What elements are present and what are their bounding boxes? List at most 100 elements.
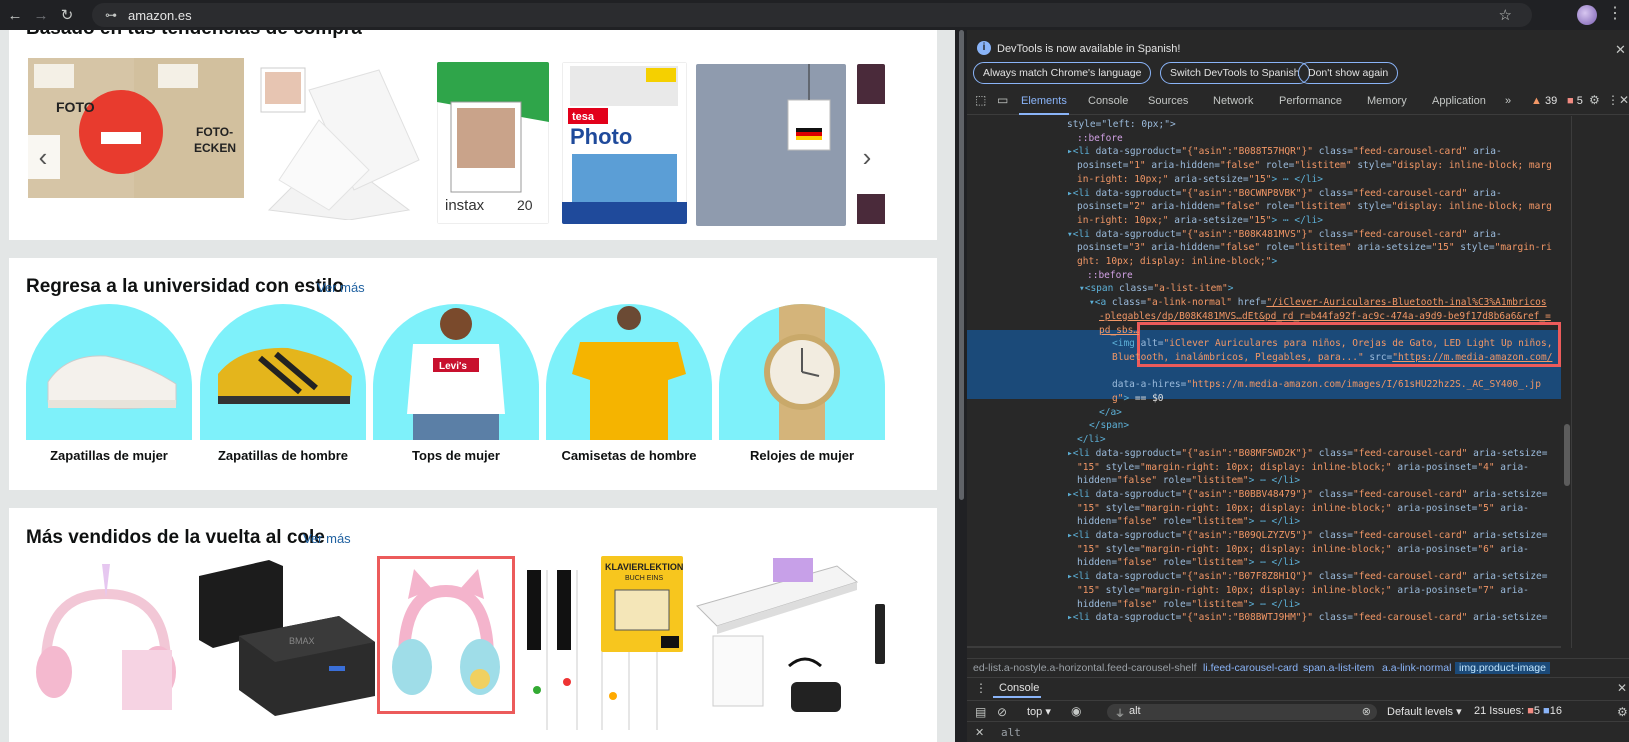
console-input-row[interactable]: ✕ alt — [967, 724, 1629, 742]
category-label[interactable]: Zapatillas de hombre — [200, 448, 366, 463]
dom-tree-line[interactable]: Bluetooth, inalámbricos, Plegables, para… — [1112, 351, 1552, 364]
category-womens-sneakers[interactable]: Zapatillas de mujer — [26, 304, 192, 463]
product-photo-mounts[interactable] — [259, 60, 424, 220]
dom-tree-line[interactable]: ▾<li data-sgproduct="{"asin":"B08K481MVS… — [1067, 228, 1502, 241]
breadcrumb-item-selected[interactable]: img.product-image — [1455, 662, 1550, 674]
product-goldbuch-album[interactable] — [696, 64, 846, 226]
inspect-icon[interactable]: ⬚ — [975, 93, 986, 107]
dom-tree-line[interactable]: "15" style="margin-right: 10px; display:… — [1077, 543, 1529, 556]
breadcrumb-item[interactable]: ed-list.a-nostyle.a-horizontal.feed-caro… — [973, 662, 1197, 674]
dom-tree-line[interactable]: style="left: 0px;"> — [1067, 118, 1176, 131]
profile-avatar[interactable] — [1577, 5, 1597, 25]
dom-tree-line[interactable]: ▸<li data-sgproduct="{"asin":"B08BWTJ9HM… — [1067, 611, 1547, 624]
category-mens-tshirts[interactable]: Camisetas de hombre — [546, 304, 712, 463]
breadcrumb-item[interactable]: li.feed-carousel-card — [1203, 662, 1298, 674]
category-label[interactable]: Camisetas de hombre — [546, 448, 712, 463]
console-settings-icon[interactable]: ⚙ — [1617, 705, 1628, 719]
elements-scrollbar-thumb[interactable] — [1564, 424, 1570, 486]
dom-tree-line[interactable]: ::before — [1087, 269, 1133, 282]
dom-tree-line[interactable]: g"> == $0 — [1112, 392, 1164, 405]
clear-console-icon[interactable]: ⊘ — [997, 705, 1007, 719]
console-input-text[interactable]: alt — [1001, 726, 1021, 739]
bestsellers-see-more-link[interactable]: Ver más — [303, 531, 351, 546]
tab-network[interactable]: Network — [1213, 95, 1253, 107]
back-icon[interactable]: ← — [4, 4, 26, 26]
styles-side-panel[interactable] — [1571, 116, 1629, 648]
product-klavier-book[interactable]: KLAVIERLEKTION BUCH EINS — [601, 556, 683, 652]
dom-tree-line[interactable]: ▸<li data-sgproduct="{"asin":"B0CWNP8VBK… — [1067, 187, 1502, 200]
dom-tree-line[interactable]: hidden="false" role="listitem"> ⋯ </li> — [1077, 556, 1300, 569]
dom-tree-line[interactable]: </span> — [1089, 419, 1129, 432]
category-label[interactable]: Relojes de mujer — [719, 448, 885, 463]
more-tabs-icon[interactable]: » — [1505, 95, 1511, 107]
elements-scrollbar[interactable] — [1561, 116, 1571, 648]
bookmark-star-icon[interactable]: ☆ — [1499, 6, 1512, 24]
carousel-next-button[interactable]: › — [850, 135, 884, 179]
context-select[interactable]: top ▾ — [1027, 705, 1051, 718]
dom-tree-line[interactable]: ▸<li data-sgproduct="{"asin":"B07F8Z8H1Q… — [1067, 570, 1547, 583]
drawer-tab-console[interactable]: Console — [999, 682, 1039, 694]
dom-tree-line[interactable]: ▸<li data-sgproduct="{"asin":"B088T57HQR… — [1067, 145, 1502, 158]
site-info-icon[interactable]: ⊶ — [100, 4, 122, 26]
dom-tree-line[interactable]: hidden="false" role="listitem"> ⋯ </li> — [1077, 474, 1300, 487]
dom-tree-line[interactable]: ▸<li data-sgproduct="{"asin":"B09QLZYZV5… — [1067, 529, 1547, 542]
warnings-badge[interactable]: ▲ 39 — [1531, 95, 1557, 107]
address-url[interactable]: amazon.es — [128, 8, 192, 23]
errors-badge[interactable]: ■ 5 — [1567, 95, 1583, 107]
category-label[interactable]: Tops de mujer — [373, 448, 539, 463]
dom-tree-line[interactable]: hidden="false" role="listitem"> ⋯ </li> — [1077, 515, 1300, 528]
close-icon[interactable]: ✕ — [1615, 42, 1626, 58]
product-cat-headphones[interactable] — [377, 556, 515, 714]
dom-tree-line[interactable]: "15" style="margin-right: 10px; display:… — [1077, 502, 1529, 515]
tab-console[interactable]: Console — [1088, 95, 1128, 107]
university-see-more-link[interactable]: Ver más — [317, 280, 365, 295]
close-devtools-icon[interactable]: ✕ — [1619, 93, 1629, 107]
page-scrollbar-thumb[interactable] — [959, 30, 964, 500]
product-bmax-minipc[interactable]: BMAX — [189, 556, 379, 716]
dont-show-again-button[interactable]: Don't show again — [1298, 62, 1399, 84]
carousel-prev-button[interactable]: ‹ — [26, 135, 60, 179]
dom-tree-line[interactable]: -plegables/dp/B08K481MVS…dEt&pd_rd_r=b44… — [1099, 310, 1551, 323]
device-toggle-icon[interactable]: ▭ — [997, 93, 1008, 107]
elements-tree[interactable]: style="left: 0px;">::before ▸<li data-sgp… — [967, 116, 1561, 648]
dom-tree-line[interactable]: posinset="1" aria-hidden="false" role="l… — [1077, 159, 1552, 172]
levels-select[interactable]: Default levels ▾ — [1387, 705, 1462, 718]
drawer-menu-icon[interactable]: ⋮ — [975, 681, 987, 695]
dom-tree-line[interactable]: in-right: 10px;" aria-setsize="15"> ⋯ </… — [1077, 214, 1323, 227]
product-unicorn-headphones[interactable] — [26, 554, 186, 714]
console-filter-input[interactable]: ⏚ alt ⊗ — [1107, 704, 1377, 720]
product-tesa-photo[interactable]: tesa Photo — [562, 62, 687, 224]
address-bar[interactable]: ⊶ amazon.es ☆ — [92, 3, 1532, 27]
clear-filter-icon[interactable]: ⊗ — [1362, 705, 1371, 718]
product-partial-next-2[interactable] — [875, 604, 885, 664]
tab-sources[interactable]: Sources — [1148, 95, 1188, 107]
switch-spanish-button[interactable]: Switch DevTools to Spanish — [1160, 62, 1310, 84]
category-mens-sneakers[interactable]: Zapatillas de hombre — [200, 304, 366, 463]
dom-tree-line[interactable]: "15" style="margin-right: 10px; display:… — [1077, 584, 1529, 597]
forward-icon[interactable]: → — [30, 4, 52, 26]
dom-tree-line[interactable]: </li> — [1077, 433, 1106, 446]
product-instax-film[interactable]: instax 20 — [437, 62, 549, 224]
product-digital-piano[interactable] — [693, 556, 861, 716]
dom-tree-line[interactable]: ▸<li data-sgproduct="{"asin":"B0BBV48479… — [1067, 488, 1547, 501]
gear-icon[interactable]: ⚙ — [1589, 93, 1600, 107]
category-womens-tops[interactable]: Levi's Tops de mujer — [373, 304, 539, 463]
breadcrumb-item[interactable]: span.a-list-item — [1303, 662, 1374, 674]
match-language-button[interactable]: Always match Chrome's language — [973, 62, 1152, 84]
dom-tree-line[interactable]: </a> — [1099, 406, 1122, 419]
clear-input-icon[interactable]: ✕ — [975, 726, 984, 739]
dom-tree-line[interactable]: ght: 10px; display: inline-block;"> — [1077, 255, 1277, 268]
sidebar-toggle-icon[interactable]: ▤ — [975, 705, 986, 719]
category-womens-watches[interactable]: Relojes de mujer — [719, 304, 885, 463]
dom-tree-line[interactable]: in-right: 10px;" aria-setsize="15"> ⋯ </… — [1077, 173, 1323, 186]
tab-memory[interactable]: Memory — [1367, 95, 1407, 107]
dom-tree-line[interactable]: posinset="2" aria-hidden="false" role="l… — [1077, 200, 1552, 213]
dom-tree-line[interactable]: ::before — [1077, 132, 1123, 145]
dom-tree-line[interactable]: ▾<a class="a-link-normal" href="/iClever… — [1089, 296, 1547, 309]
category-label[interactable]: Zapatillas de mujer — [26, 448, 192, 463]
kebab-menu-icon[interactable]: ⋮ — [1607, 93, 1619, 107]
dom-tree-line[interactable]: posinset="3" aria-hidden="false" role="l… — [1077, 241, 1552, 254]
dom-tree-line[interactable]: pd_sbs… — [1099, 324, 1139, 337]
reload-icon[interactable]: ↻ — [56, 4, 78, 26]
breadcrumb-item[interactable]: a.a-link-normal — [1382, 662, 1451, 674]
